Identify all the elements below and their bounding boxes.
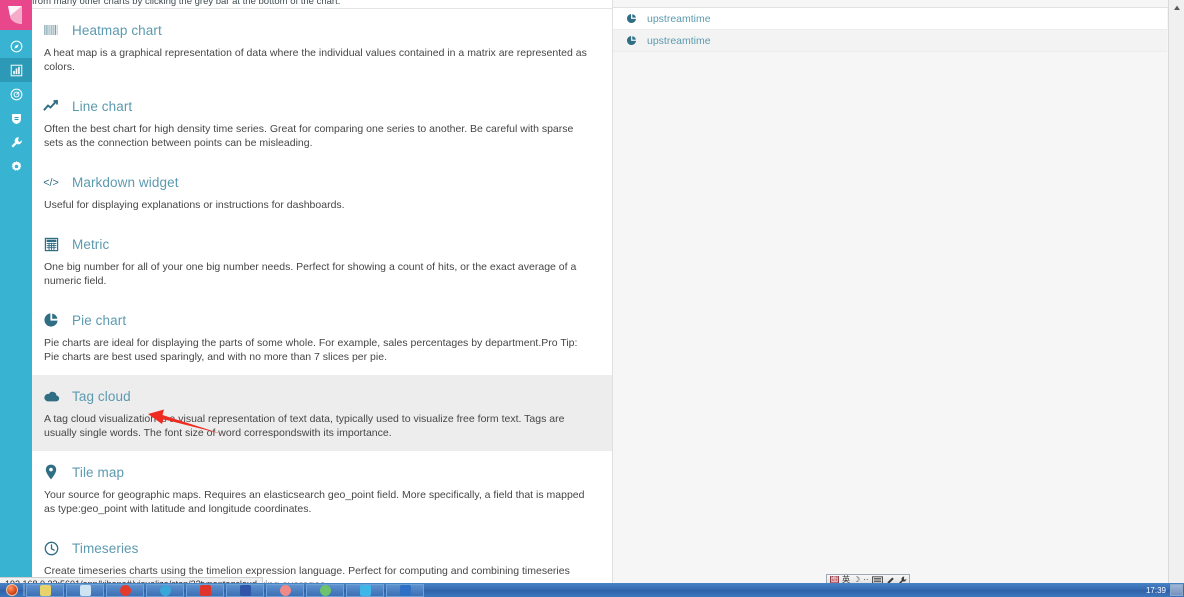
taskbar-app-icon [119, 584, 131, 596]
vis-type-title: Metric [72, 236, 110, 252]
compass-icon [10, 40, 23, 53]
code-icon: </> [42, 173, 60, 191]
taskbar-app-icon [319, 584, 331, 596]
taskbar-app-icon [199, 584, 211, 596]
vertical-scrollbar[interactable] [1168, 0, 1184, 583]
heatmap-icon [42, 21, 60, 39]
vis-type-header: Heatmap chart [42, 20, 602, 40]
pie-chart-icon [625, 13, 637, 25]
vis-type-header: Line chart [42, 96, 602, 116]
vis-type-description: Useful for displaying explanations or in… [44, 199, 345, 211]
wrench-icon [10, 136, 23, 149]
browser-content: from many other charts by clicking the g… [32, 0, 1184, 583]
cloud-icon [42, 387, 60, 405]
taskbar-app-icon [39, 584, 51, 596]
taskbar-app-icon [159, 584, 171, 596]
vis-type-title: Markdown widget [72, 174, 179, 190]
vis-type-header: Metric [42, 234, 602, 254]
vis-type-description: A heat map is a graphical representation… [44, 47, 587, 73]
list-item[interactable]: upstreamtime [613, 30, 1167, 52]
taskbar-app-10[interactable] [386, 583, 424, 597]
taskbar-app-icon [399, 584, 411, 596]
vis-type-rows: Heatmap chart A heat map is a graphical … [32, 9, 612, 583]
saved-visualizations-panel: upstreamtime upstreamtime [612, 0, 1184, 583]
vis-type-header: Tag cloud [42, 386, 602, 406]
saved-visualization-label: upstreamtime [647, 12, 711, 25]
vis-type-description: Often the best chart for high density ti… [44, 123, 574, 149]
sidebar-item-timelion[interactable] [0, 106, 32, 130]
taskbar-app-8[interactable] [306, 583, 344, 597]
vis-type-description: A tag cloud visualization is a visual re… [44, 413, 565, 439]
vis-type-pie-chart[interactable]: Pie chart Pie charts are ideal for displ… [32, 299, 612, 375]
taskbar-app-3[interactable] [106, 583, 144, 597]
timelion-icon [10, 112, 23, 125]
taskbar-app-6[interactable] [226, 583, 264, 597]
taskbar [0, 583, 1184, 597]
taskbar-app-icon [359, 584, 371, 596]
show-desktop-button[interactable] [1170, 584, 1183, 596]
taskbar-app-icon [279, 584, 291, 596]
sidebar-item-dev-tools[interactable] [0, 130, 32, 154]
taskbar-app-4[interactable] [146, 583, 184, 597]
vis-type-title: Pie chart [72, 312, 127, 328]
calculator-icon [42, 235, 60, 253]
taskbar-app-icon [79, 584, 91, 596]
list-item[interactable]: upstreamtime [613, 8, 1167, 30]
gear-icon [10, 160, 23, 173]
vis-type-tile-map[interactable]: Tile map Your source for geographic maps… [32, 451, 612, 527]
vis-type-tag-cloud[interactable]: Tag cloud A tag cloud visualization is a… [32, 375, 612, 451]
pie-chart-icon [625, 35, 637, 47]
start-button[interactable] [1, 584, 23, 597]
vis-type-title: Heatmap chart [72, 22, 162, 38]
taskbar-app-2[interactable] [66, 583, 104, 597]
start-orb-icon [6, 584, 18, 596]
pie-chart-icon [42, 311, 60, 329]
vis-type-header: Tile map [42, 462, 602, 482]
vis-type-header: Timeseries [42, 538, 602, 558]
partial-description-top: from many other charts by clicking the g… [32, 0, 341, 7]
taskbar-divider [23, 584, 25, 596]
vis-type-markdown-widget[interactable]: </> Markdown widget Useful for displayin… [32, 161, 612, 223]
scroll-up-arrow-icon[interactable] [1169, 0, 1184, 16]
vis-type-heatmap-chart[interactable]: Heatmap chart A heat map is a graphical … [32, 9, 612, 85]
sidebar-item-dashboard[interactable] [0, 82, 32, 106]
vis-type-header: Pie chart [42, 310, 602, 330]
vis-type-title: Tile map [72, 464, 125, 480]
taskbar-app-5[interactable] [186, 583, 224, 597]
taskbar-app-icon [239, 584, 251, 596]
vis-type-description: Your source for geographic maps. Require… [44, 489, 585, 515]
kibana-logo[interactable] [0, 0, 32, 30]
taskbar-app-1[interactable] [26, 583, 64, 597]
taskbar-app-7[interactable] [266, 583, 304, 597]
screen: from many other charts by clicking the g… [0, 0, 1184, 597]
saved-visualization-label: upstreamtime [647, 34, 711, 47]
dashboard-icon [10, 88, 23, 101]
taskbar-app-9[interactable] [346, 583, 384, 597]
sidebar-item-visualize[interactable] [0, 58, 32, 82]
saved-visualization-list: upstreamtime upstreamtime [613, 8, 1167, 52]
clock-icon [42, 539, 60, 557]
sidebar-item-management[interactable] [0, 154, 32, 178]
vis-type-timeseries[interactable]: Timeseries Create timeseries charts usin… [32, 527, 612, 583]
map-marker-icon [42, 463, 60, 481]
global-nav [0, 0, 32, 583]
vis-type-title: Timeseries [72, 540, 139, 556]
svg-text:</>: </> [43, 177, 59, 189]
vis-type-line-chart[interactable]: Line chart Often the best chart for high… [32, 85, 612, 161]
bar-chart-icon [10, 64, 23, 77]
vis-type-title: Tag cloud [72, 388, 131, 404]
visualization-type-list: from many other charts by clicking the g… [32, 0, 612, 583]
taskbar-clock[interactable]: 17:39 [1146, 585, 1166, 596]
line-chart-icon [42, 97, 60, 115]
vis-type-title: Line chart [72, 98, 133, 114]
vis-type-description: One big number for all of your one big n… [44, 261, 577, 287]
sidebar-item-discover[interactable] [0, 34, 32, 58]
vis-type-description: Pie charts are ideal for displaying the … [44, 337, 578, 363]
vis-type-header: </> Markdown widget [42, 172, 602, 192]
vis-type-metric[interactable]: Metric One big number for all of your on… [32, 223, 612, 299]
